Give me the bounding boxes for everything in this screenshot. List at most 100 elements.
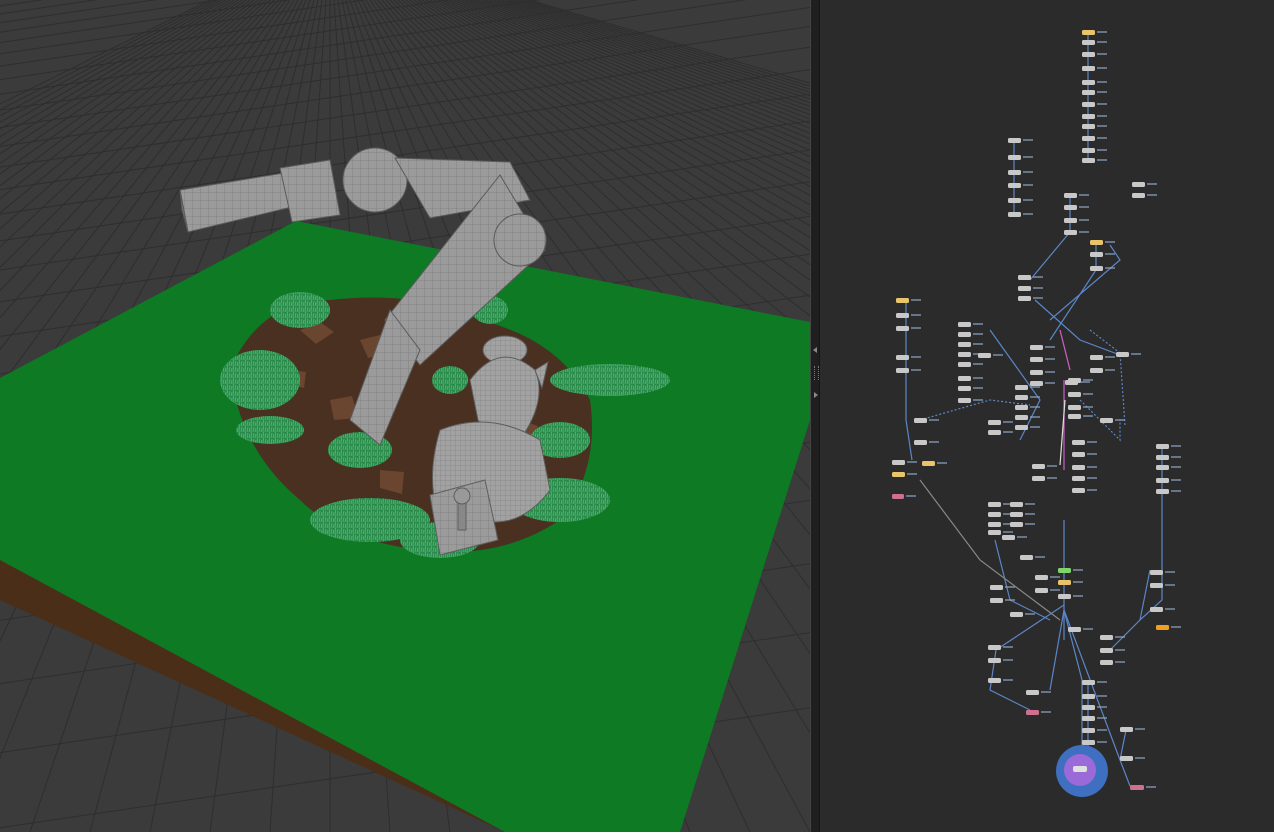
network-node[interactable] [1082,30,1095,35]
network-node[interactable] [896,298,909,303]
network-node[interactable] [1064,230,1077,235]
network-node[interactable] [1156,478,1169,483]
splitter-grip-handle[interactable] [814,366,819,380]
scene-viewport[interactable] [0,0,810,832]
network-node[interactable] [1010,612,1023,617]
network-node[interactable] [1150,607,1163,612]
network-node[interactable] [1082,114,1095,119]
network-node[interactable] [958,332,971,337]
network-node[interactable] [1068,405,1081,410]
network-node[interactable] [1082,740,1095,745]
network-node[interactable] [1072,488,1085,493]
network-node[interactable] [1082,716,1095,721]
collapse-left-arrow-icon[interactable] [813,347,817,353]
network-node[interactable] [958,376,971,381]
network-node[interactable] [1015,405,1028,410]
network-node[interactable] [1082,148,1095,153]
network-node[interactable] [896,326,909,331]
network-node[interactable] [1010,512,1023,517]
output-node[interactable] [1056,745,1108,797]
network-node[interactable] [1150,570,1163,575]
node-network-editor[interactable] [820,0,1274,832]
network-node[interactable] [958,362,971,367]
network-node[interactable] [1100,635,1113,640]
network-node[interactable] [1035,588,1048,593]
network-node[interactable] [1100,418,1113,423]
network-node[interactable] [1035,575,1048,580]
network-node[interactable] [1018,275,1031,280]
network-node[interactable] [1008,155,1021,160]
network-node[interactable] [1008,170,1021,175]
network-node[interactable] [1068,392,1081,397]
network-node[interactable] [1156,465,1169,470]
network-node[interactable] [1010,502,1023,507]
network-node[interactable] [1058,580,1071,585]
network-node[interactable] [1082,90,1095,95]
network-node[interactable] [1058,568,1071,573]
network-node[interactable] [1072,465,1085,470]
network-node[interactable] [1068,627,1081,632]
network-node[interactable] [892,494,904,499]
network-node[interactable] [1008,138,1021,143]
network-node[interactable] [1082,728,1095,733]
network-node[interactable] [1032,464,1045,469]
network-node[interactable] [1082,80,1095,85]
network-node[interactable] [1026,710,1039,715]
network-node[interactable] [1072,452,1085,457]
network-node[interactable] [892,472,905,477]
network-node[interactable] [958,342,971,347]
network-node[interactable] [1082,158,1095,163]
network-node[interactable] [990,585,1003,590]
network-node[interactable] [988,658,1001,663]
network-node[interactable] [988,678,1001,683]
network-node[interactable] [1132,193,1145,198]
viewport-canvas[interactable] [0,0,810,832]
network-node[interactable] [1156,455,1169,460]
network-node[interactable] [1082,102,1095,107]
network-node[interactable] [896,355,909,360]
network-node[interactable] [1090,368,1103,373]
network-node[interactable] [1072,476,1085,481]
network-node[interactable] [1064,205,1077,210]
network-node[interactable] [1015,395,1028,400]
network-node[interactable] [1058,594,1071,599]
network-node[interactable] [1090,240,1103,245]
network-node[interactable] [922,461,935,466]
network-node[interactable] [1008,212,1021,217]
network-node[interactable] [1015,415,1028,420]
network-node[interactable] [1018,296,1031,301]
network-node[interactable] [892,460,905,465]
collapse-right-arrow-icon[interactable] [814,392,818,398]
network-node[interactable] [1156,625,1169,630]
network-node[interactable] [1116,352,1129,357]
network-node[interactable] [1120,727,1133,732]
network-node[interactable] [1032,476,1045,481]
network-node[interactable] [1082,52,1095,57]
network-node[interactable] [1082,40,1095,45]
network-node[interactable] [1064,193,1077,198]
network-node[interactable] [1010,522,1023,527]
network-node[interactable] [1082,66,1095,71]
network-node[interactable] [958,398,971,403]
network-node[interactable] [1082,124,1095,129]
network-node[interactable] [1090,252,1103,257]
network-node[interactable] [896,368,909,373]
network-node[interactable] [1082,705,1095,710]
network-node[interactable] [1090,266,1103,271]
network-node[interactable] [1065,380,1078,385]
network-node[interactable] [1008,198,1021,203]
network-node[interactable] [1064,218,1077,223]
network-node[interactable] [1082,680,1095,685]
network-node[interactable] [1030,381,1043,386]
network-node[interactable] [914,418,927,423]
network-node[interactable] [1008,183,1021,188]
network-node[interactable] [1082,694,1095,699]
network-node[interactable] [1082,136,1095,141]
network-node[interactable] [1030,370,1043,375]
network-node[interactable] [1090,355,1103,360]
network-node[interactable] [988,522,1001,527]
network-node[interactable] [978,353,991,358]
pane-splitter[interactable] [810,0,820,832]
network-node[interactable] [1026,690,1039,695]
network-node[interactable] [990,598,1003,603]
